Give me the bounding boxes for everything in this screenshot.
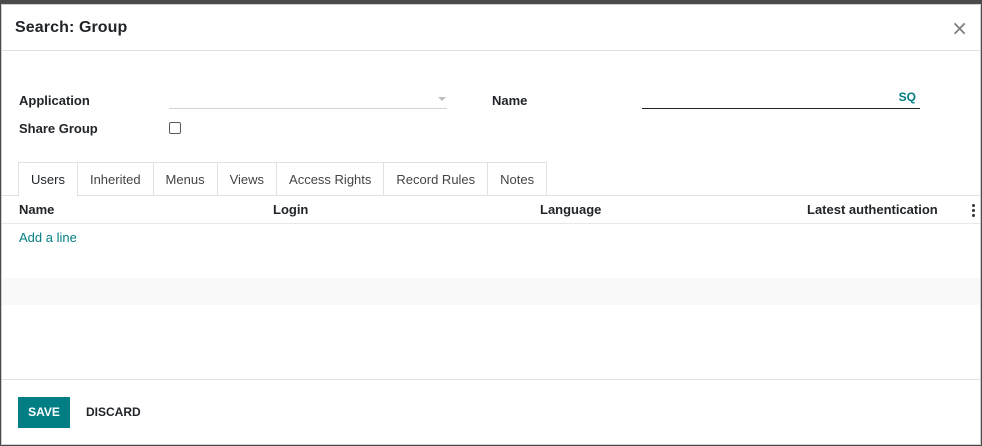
tab-access-rights[interactable]: Access Rights: [276, 162, 385, 196]
tab-users[interactable]: Users: [18, 162, 78, 197]
tab-views[interactable]: Views: [216, 162, 278, 196]
tab-inherited[interactable]: Inherited: [76, 162, 154, 196]
add-line-link[interactable]: Add a line: [19, 230, 77, 245]
application-select[interactable]: [169, 89, 447, 109]
name-label: Name: [492, 93, 528, 108]
tab-menus[interactable]: Menus: [152, 162, 218, 196]
name-language-badge[interactable]: SQ: [899, 90, 916, 104]
optional-columns-icon[interactable]: [972, 204, 975, 219]
tab-record-rules[interactable]: Record Rules: [383, 162, 489, 196]
table-row: Add a line: [2, 224, 980, 251]
close-icon[interactable]: ×: [951, 18, 968, 38]
dialog-title: Search: Group: [15, 18, 128, 36]
table-row: [2, 251, 980, 278]
column-header-name[interactable]: Name: [19, 202, 54, 217]
column-header-login[interactable]: Login: [273, 202, 308, 217]
search-group-dialog: Search: Group × Application Name SQ Shar…: [1, 4, 981, 445]
notebook-tabs: Users Inherited Menus Views Access Right…: [18, 162, 548, 197]
share-group-label: Share Group: [19, 121, 98, 136]
name-input[interactable]: SQ: [642, 89, 920, 109]
group-form: Application Name SQ Share Group: [2, 51, 980, 161]
dialog-footer: SAVE DISCARD: [2, 379, 980, 444]
tab-notes[interactable]: Notes: [487, 162, 548, 196]
share-group-checkbox[interactable]: [169, 122, 181, 134]
table-header: Name Login Language Latest authenticatio…: [2, 196, 980, 224]
application-label: Application: [19, 93, 90, 108]
dialog-header: Search: Group ×: [2, 5, 980, 51]
discard-button[interactable]: DISCARD: [76, 396, 151, 428]
column-header-latest-authentication[interactable]: Latest authentication: [807, 202, 938, 217]
save-button[interactable]: SAVE: [18, 396, 70, 428]
users-table: Name Login Language Latest authenticatio…: [2, 196, 980, 305]
chevron-down-icon: [438, 97, 446, 101]
column-header-language[interactable]: Language: [540, 202, 601, 217]
table-row: [2, 278, 980, 305]
